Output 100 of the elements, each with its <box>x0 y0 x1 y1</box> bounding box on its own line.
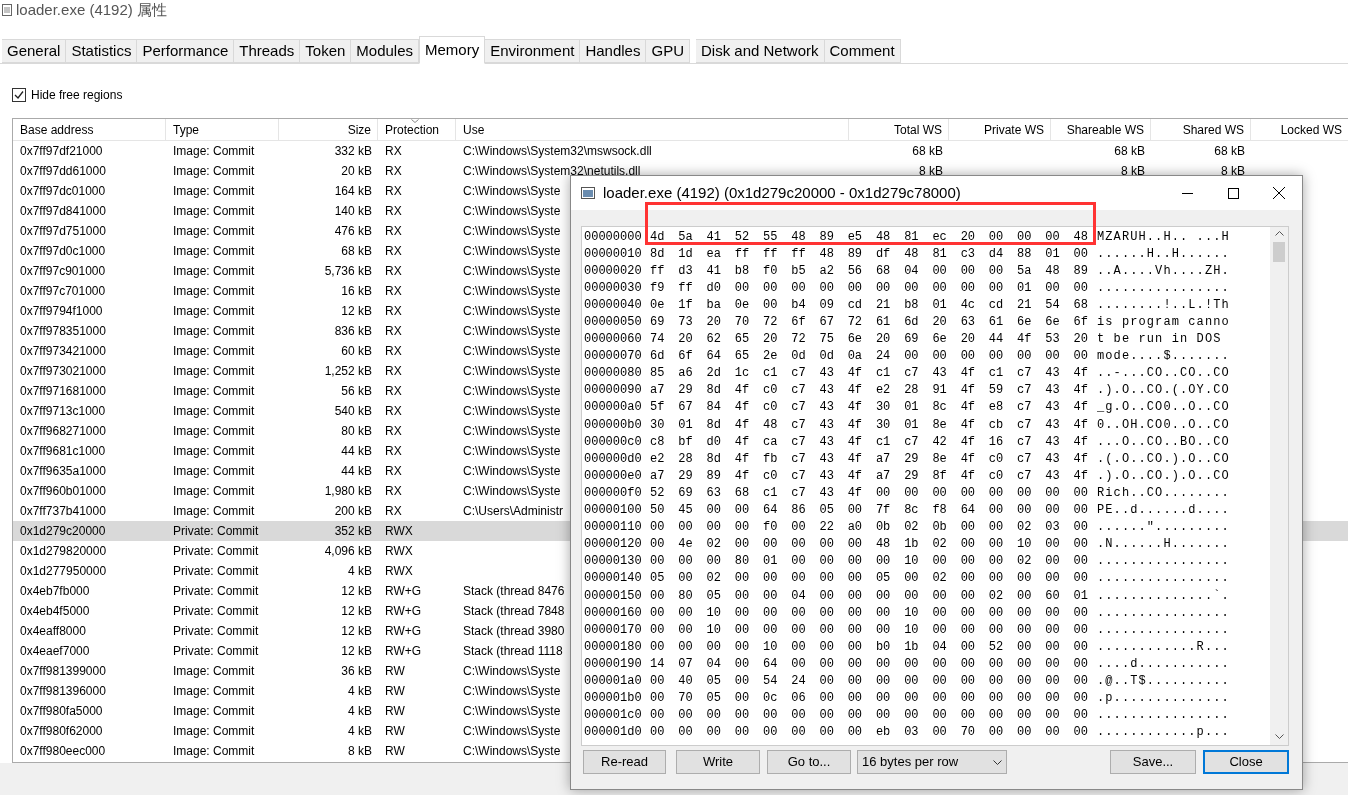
table-cell-text: 476 kB <box>334 223 372 240</box>
ascii-text: ............p... <box>1097 724 1230 742</box>
table-cell-text: Image: Commit <box>173 483 255 500</box>
table-cell-text: RX <box>385 503 402 520</box>
table-cell-text: C:\Windows\Syste <box>463 663 561 680</box>
hex-bytes: 74 20 62 65 20 72 75 6e 20 69 6e 20 44 4f 53 20 <box>650 331 1088 349</box>
table-cell-text: 0x7ff97d0c1000 <box>20 243 106 260</box>
table-cell-text: RX <box>385 263 402 280</box>
table-cell-text: Image: Commit <box>173 243 255 260</box>
table-cell-text: RX <box>385 443 402 460</box>
table-cell-text: 0x4eb7fb000 <box>20 583 90 600</box>
ascii-text: ......H..H...... <box>1097 245 1230 263</box>
table-cell-text: RW+G <box>385 583 422 600</box>
hex-bytes: 6d 6f 64 65 2e 0d 0d 0a 24 00 00 00 00 00 00 00 <box>650 348 1088 366</box>
table-cell-text: C:\Windows\Syste <box>463 343 561 360</box>
hex-bytes: 52 69 63 68 c1 c7 43 4f 00 00 00 00 00 00 00 00 <box>650 484 1088 502</box>
table-cell-text: 0x7ff9713c1000 <box>20 403 106 420</box>
hex-bytes: 00 80 05 00 00 04 00 00 00 00 00 00 02 00 60 01 <box>650 587 1088 605</box>
hex-offset: 00000160 <box>584 604 643 622</box>
table-cell-text: RW+G <box>385 603 422 620</box>
table-cell-text: 0x7ff960b01000 <box>20 483 106 500</box>
table-cell-text: Stack (thread 8476 <box>463 583 565 600</box>
table-cell-text: Private: Commit <box>173 523 259 540</box>
table-cell-text: 44 kB <box>341 443 372 460</box>
table-cell-text: Image: Commit <box>173 183 255 200</box>
ascii-text: ................ <box>1097 279 1230 297</box>
hex-offset: 00000030 <box>584 279 643 297</box>
table-cell-text: RX <box>385 363 402 380</box>
table-cell-text: C:\Windows\Syste <box>463 223 561 240</box>
hex-bytes: 85 a6 2d 1c c1 c7 43 4f c1 c7 43 4f c1 c7 43 4f <box>650 365 1088 383</box>
hex-offset: 00000050 <box>584 314 643 331</box>
table-cell-text: Image: Commit <box>173 343 255 360</box>
table-cell-text: Image: Commit <box>173 203 255 220</box>
hex-offset: 00000120 <box>584 536 643 554</box>
ascii-text: is program canno <box>1097 314 1230 331</box>
table-cell-text: 4 kB <box>348 563 372 580</box>
ascii-text: ................ <box>1097 707 1230 725</box>
table-cell-text: 0x1d277950000 <box>20 563 107 580</box>
table-cell-text: C:\Windows\Syste <box>463 403 561 420</box>
table-cell-text: Image: Commit <box>173 663 255 680</box>
hex-offset: 00000140 <box>584 570 643 588</box>
hex-offset: 00000070 <box>584 348 643 366</box>
table-cell-text: RWX <box>385 543 413 560</box>
table-cell-text: 0x7ff97df21000 <box>20 143 103 160</box>
table-cell-text: 5,736 kB <box>324 263 372 280</box>
table-cell-text: 0x4eb4f5000 <box>20 603 90 620</box>
table-cell-text: 0x7ff9794f1000 <box>20 303 103 320</box>
table-cell-text: C:\Windows\System32\mswsock.dll <box>463 143 652 160</box>
table-cell-text: 12 kB <box>341 583 372 600</box>
table-cell-text: RX <box>385 143 402 160</box>
table-cell-text: 0x4eaff8000 <box>20 623 86 640</box>
table-cell-text: Image: Commit <box>173 743 255 760</box>
table-cell-text: 8 kB <box>1221 163 1245 180</box>
table-cell-text: 0x7ff980eec000 <box>20 743 106 760</box>
table-cell-text: 16 kB <box>341 283 372 300</box>
hex-offset: 00000020 <box>584 262 643 280</box>
table-cell-text: Private: Commit <box>173 583 259 600</box>
table-cell-text: 0x7ff973021000 <box>20 363 106 380</box>
table-cell-text: 12 kB <box>341 603 372 620</box>
table-cell-text: C:\Windows\Syste <box>463 423 561 440</box>
hex-bytes: 00 00 00 80 01 00 00 00 00 10 00 00 00 02 00 00 <box>650 553 1088 571</box>
table-cell-text: C:\Windows\System32\netutils.dll <box>463 163 641 180</box>
hex-offset: 00000090 <box>584 382 643 400</box>
table-cell-text: Stack (thread 3980 <box>463 623 565 640</box>
table-cell-text: Private: Commit <box>173 543 259 560</box>
table-cell-text: 1,252 kB <box>324 363 372 380</box>
table-cell-text: RWX <box>385 523 413 540</box>
hex-bytes: e2 28 8d 4f fb c7 43 4f a7 29 8e 4f c0 c7 43 4f <box>650 450 1088 468</box>
table-cell-text: C:\Windows\Syste <box>463 283 561 300</box>
table-cell-text: 68 kB <box>1214 143 1245 160</box>
table-cell-text: C:\Windows\Syste <box>463 203 561 220</box>
table-cell-text: RX <box>385 383 402 400</box>
table-cell-text: Image: Commit <box>173 443 255 460</box>
table-cell-text: C:\Windows\Syste <box>463 463 561 480</box>
table-cell-text: C:\Windows\Syste <box>463 443 561 460</box>
table-cell-text: 56 kB <box>341 383 372 400</box>
table-cell-text: RW <box>385 723 405 740</box>
hex-bytes: 00 00 00 00 f0 00 22 a0 0b 02 0b 00 00 02 03 00 <box>650 519 1088 537</box>
table-cell-text: 836 kB <box>334 323 372 340</box>
table-cell-text: Private: Commit <box>173 623 259 640</box>
table-cell-text: Private: Commit <box>173 563 259 580</box>
table-cell-text: Stack (thread 7848 <box>463 603 565 620</box>
hex-offset: 00000110 <box>584 519 643 537</box>
ascii-text: t be run in DOS <box>1097 331 1223 349</box>
hex-bytes: 00 4e 02 00 00 00 00 00 48 1b 02 00 00 10 00 00 <box>650 536 1088 554</box>
hex-offset: 00000080 <box>584 365 643 383</box>
table-cell-text: 4 kB <box>348 703 372 720</box>
table-cell-text: C:\Windows\Syste <box>463 263 561 280</box>
hex-offset: 00000130 <box>584 553 643 571</box>
table-cell-text: RW <box>385 743 405 760</box>
table-cell-text: RX <box>385 403 402 420</box>
table-cell-text: 20 kB <box>341 163 372 180</box>
table-cell-text: RX <box>385 223 402 240</box>
hex-bytes: ff d3 41 b8 f0 b5 a2 56 68 04 00 00 00 5a 48 89 <box>650 262 1088 280</box>
table-cell-text: Image: Commit <box>173 463 255 480</box>
ascii-text: _g.O..CO0..O..CO <box>1097 399 1230 417</box>
table-cell-text: 68 kB <box>912 143 943 160</box>
table-cell-text: 12 kB <box>341 623 372 640</box>
table-cell-text: 4,096 kB <box>324 543 372 560</box>
table-cell-text: Image: Commit <box>173 143 255 160</box>
